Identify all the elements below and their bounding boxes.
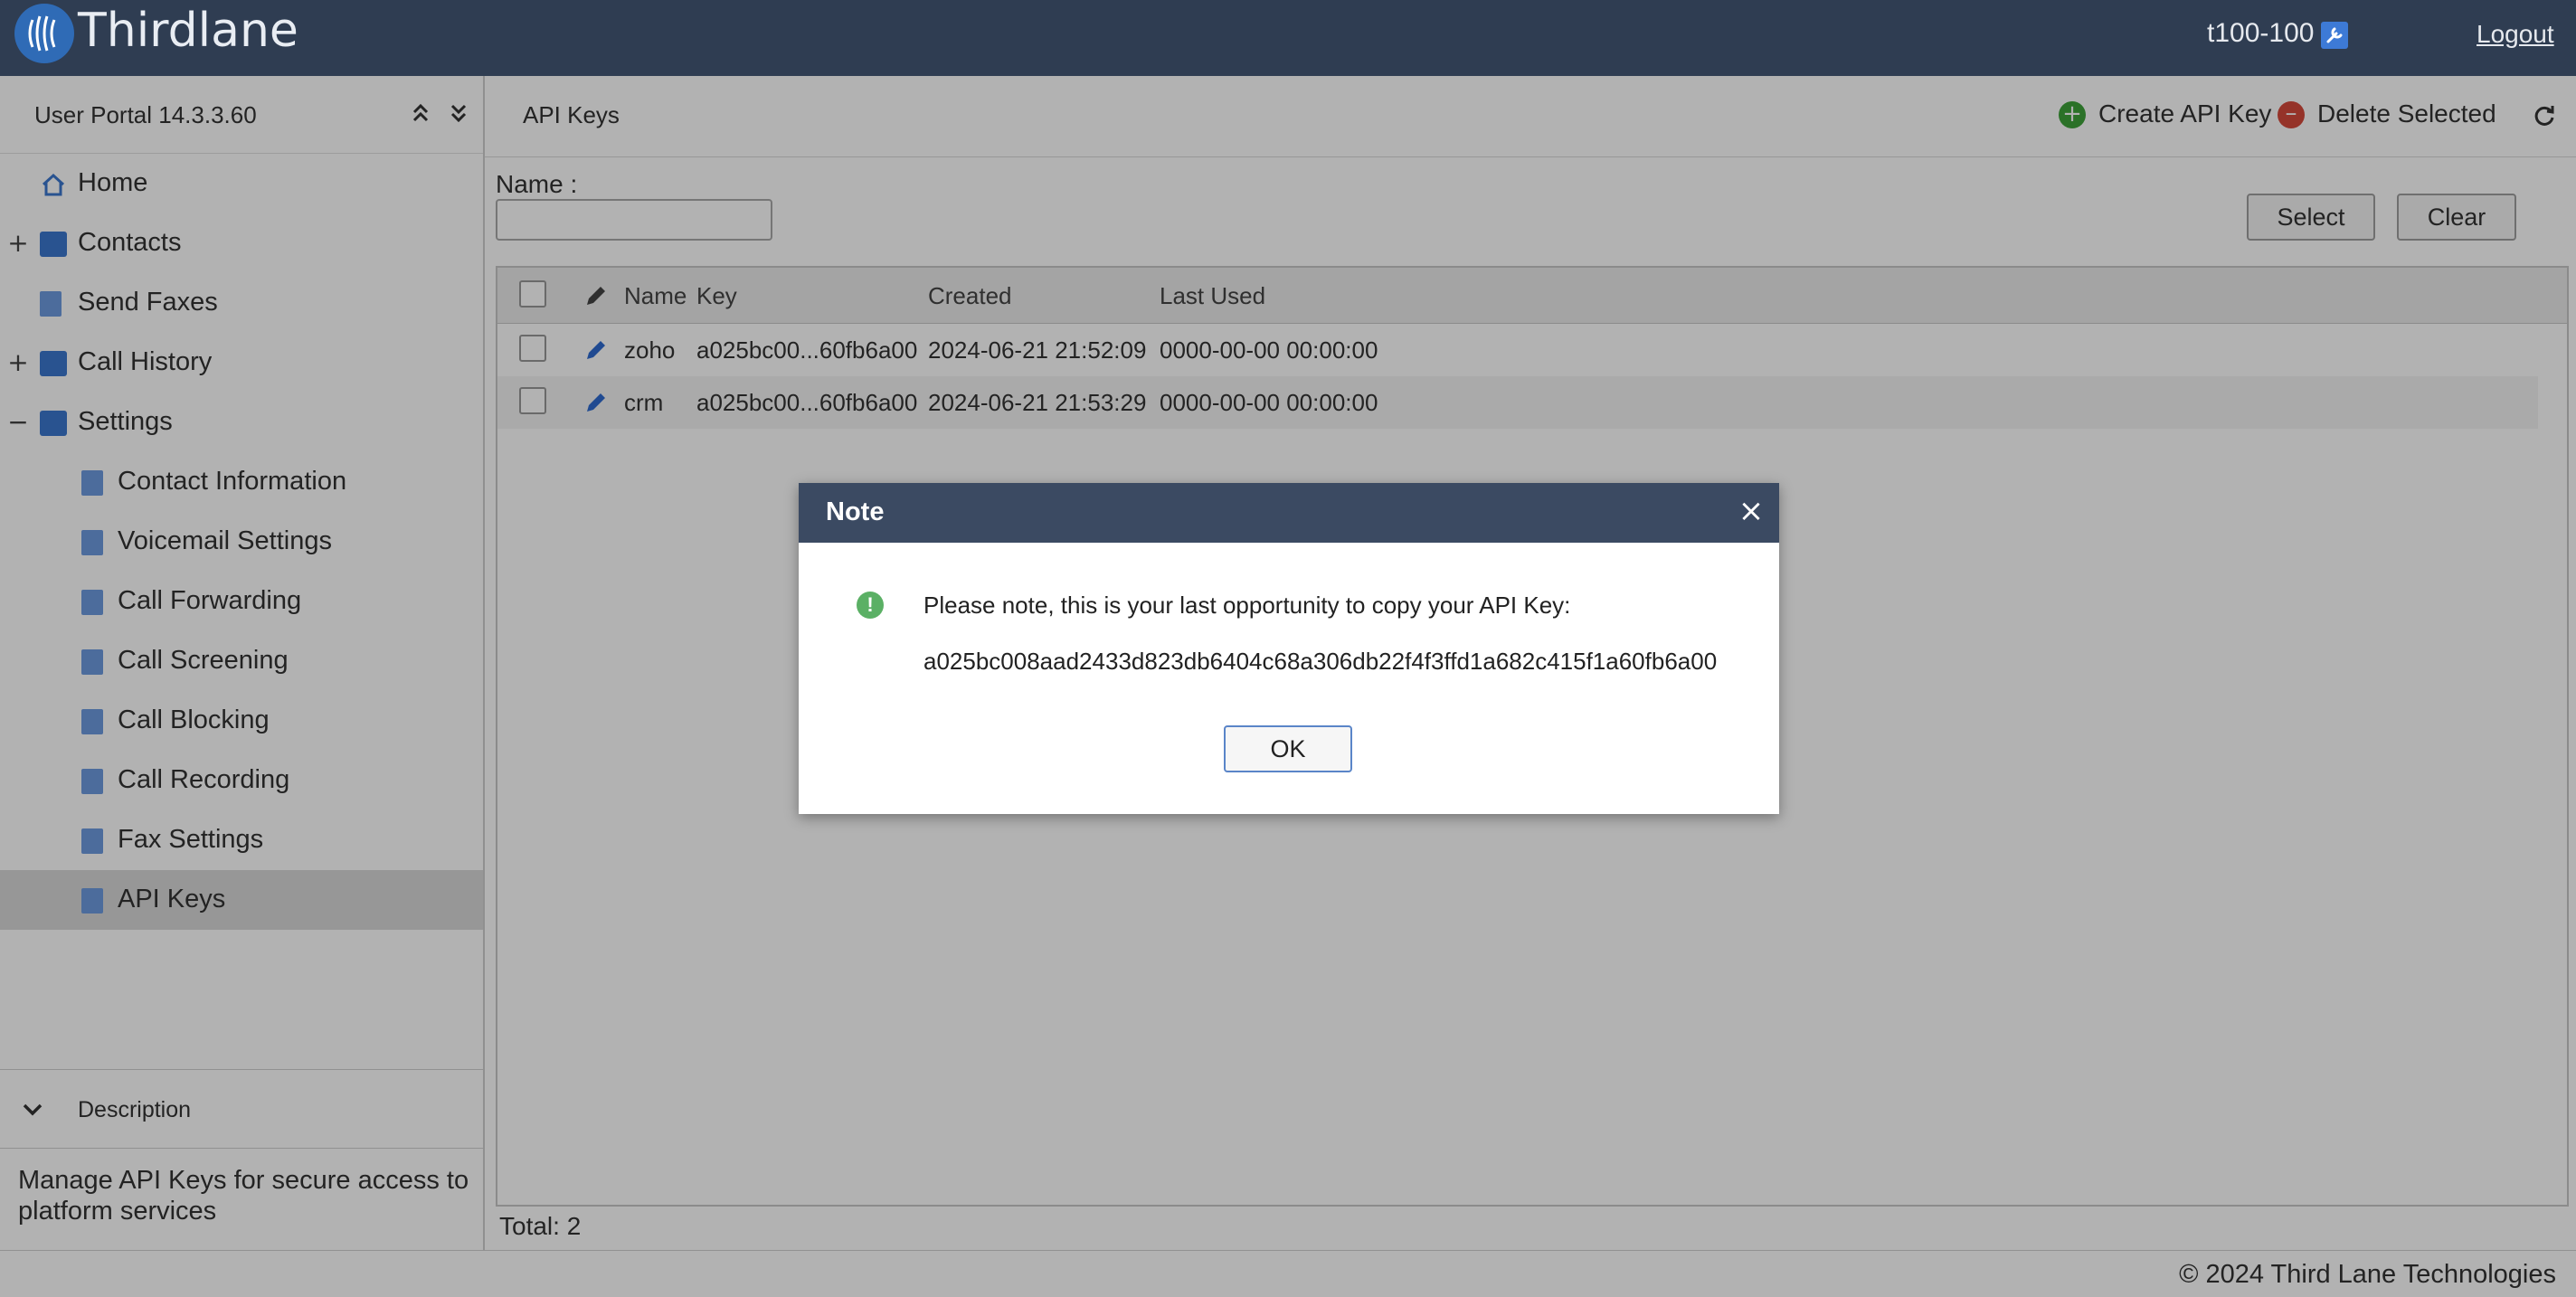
api-key-value[interactable]: a025bc008aad2433d823db6404c68a306db22f4f… xyxy=(923,648,1717,676)
current-user: t100-100 xyxy=(2207,18,2315,48)
dialog-title: Note xyxy=(826,497,885,526)
brand-name: Thirdlane xyxy=(78,4,298,58)
wrench-icon[interactable] xyxy=(2321,22,2348,49)
dialog-header: Note × xyxy=(799,483,1779,543)
dialog-message: Please note, this is your last opportuni… xyxy=(923,592,1571,619)
close-icon[interactable]: × xyxy=(1736,496,1766,526)
thirdlane-logo-icon xyxy=(14,4,74,63)
top-bar: Thirdlane t100-100 Logout xyxy=(0,0,2576,76)
ok-button[interactable]: OK xyxy=(1224,725,1352,772)
logout-link[interactable]: Logout xyxy=(2477,20,2554,49)
note-dialog: Note × ! Please note, this is your last … xyxy=(799,483,1779,814)
info-icon: ! xyxy=(857,592,884,619)
